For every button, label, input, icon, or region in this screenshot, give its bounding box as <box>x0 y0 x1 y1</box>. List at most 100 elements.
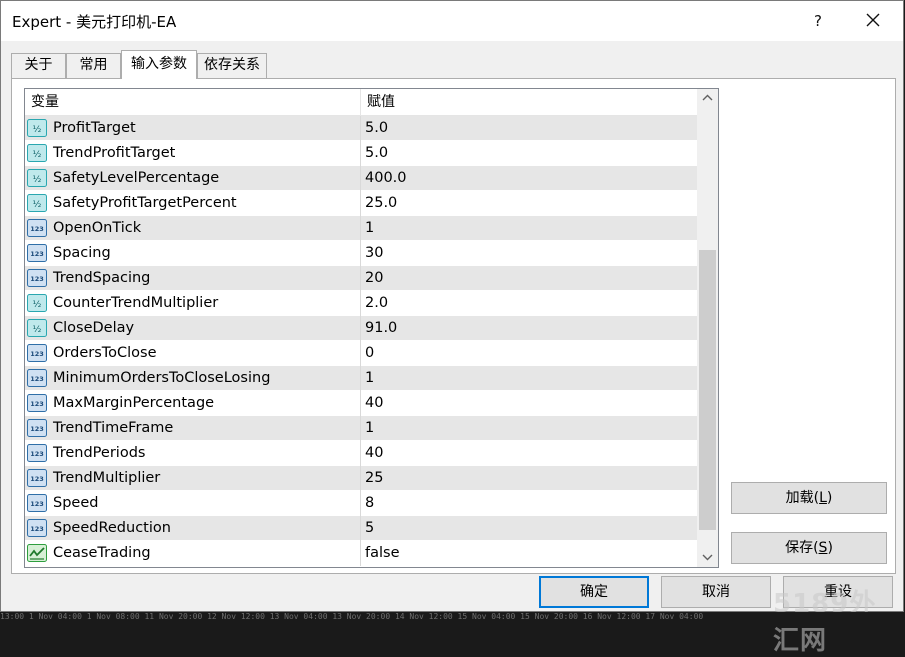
parameter-name: MaxMarginPercentage <box>53 395 215 411</box>
column-header-variable[interactable]: 变量 <box>31 89 59 116</box>
parameter-value[interactable]: 40 <box>365 441 383 466</box>
column-divider <box>360 316 361 341</box>
table-row[interactable]: 123 OrdersToClose 0 <box>25 341 697 366</box>
tab-input-parameters[interactable]: 输入参数 <box>121 50 197 79</box>
parameter-name: Spacing <box>53 245 111 261</box>
parameter-name: TrendPeriods <box>53 445 146 461</box>
column-divider <box>360 191 361 216</box>
integer-type-icon: 123 <box>27 369 47 387</box>
parameter-value[interactable]: false <box>365 541 400 566</box>
save-button[interactable]: 保存(S) <box>731 532 887 564</box>
svg-text:123: 123 <box>30 450 44 458</box>
parameter-value[interactable]: 1 <box>365 416 374 441</box>
parameter-value[interactable]: 91.0 <box>365 316 397 341</box>
table-row[interactable]: ½ SafetyProfitTargetPercent 25.0 <box>25 191 697 216</box>
double-type-icon: ½ <box>27 119 47 137</box>
cancel-label: 取消 <box>702 584 730 600</box>
parameter-value[interactable]: 0 <box>365 341 374 366</box>
table-row[interactable]: ½ CounterTrendMultiplier 2.0 <box>25 291 697 316</box>
parameter-name: OrdersToClose <box>53 345 157 361</box>
tab-label: 常用 <box>79 57 108 73</box>
help-icon: ? <box>814 12 822 30</box>
tab-about[interactable]: 关于 <box>11 53 66 78</box>
close-button[interactable] <box>851 5 895 37</box>
table-row[interactable]: 123 TrendSpacing 20 <box>25 266 697 291</box>
parameter-value[interactable]: 25.0 <box>365 191 397 216</box>
parameter-value[interactable]: 1 <box>365 366 374 391</box>
column-header-value[interactable]: 赋值 <box>367 89 395 116</box>
integer-type-icon: 123 <box>27 519 47 537</box>
scroll-thumb[interactable] <box>699 250 716 530</box>
parameter-name: TrendProfitTarget <box>53 145 176 161</box>
help-button[interactable]: ? <box>800 5 836 37</box>
table-row[interactable]: 123 OpenOnTick 1 <box>25 216 697 241</box>
table-row[interactable]: CeaseTrading false <box>25 541 697 566</box>
svg-text:123: 123 <box>30 500 44 508</box>
tab-strip: 关于 常用 输入参数 依存关系 <box>11 50 891 79</box>
vertical-scrollbar[interactable] <box>697 89 718 567</box>
tab-common[interactable]: 常用 <box>66 53 121 78</box>
parameter-name: OpenOnTick <box>53 220 142 236</box>
column-divider <box>360 291 361 316</box>
column-divider <box>360 216 361 241</box>
parameter-value[interactable]: 20 <box>365 266 383 291</box>
table-row[interactable]: 123 Spacing 30 <box>25 241 697 266</box>
load-label-close: ) <box>826 490 833 506</box>
column-divider[interactable] <box>360 89 361 116</box>
table-row[interactable]: ½ TrendProfitTarget 5.0 <box>25 141 697 166</box>
table-row[interactable]: 123 MaxMarginPercentage 40 <box>25 391 697 416</box>
parameter-value[interactable]: 5 <box>365 516 374 541</box>
tab-dependencies[interactable]: 依存关系 <box>197 53 267 78</box>
parameter-value[interactable]: 400.0 <box>365 166 407 191</box>
svg-text:½: ½ <box>33 175 42 185</box>
save-label: 保存( <box>785 540 819 556</box>
expert-properties-dialog: Expert - 美元打印机-EA ? 关于 常用 输入参数 依存关系 变量 赋… <box>0 0 904 656</box>
parameter-value[interactable]: 2.0 <box>365 291 388 316</box>
double-type-icon: ½ <box>27 319 47 337</box>
parameter-name: CloseDelay <box>53 320 135 336</box>
double-type-icon: ½ <box>27 194 47 212</box>
parameter-value[interactable]: 25 <box>365 466 383 491</box>
svg-text:½: ½ <box>33 125 42 135</box>
load-label: 加载( <box>785 490 820 506</box>
parameter-value[interactable]: 5.0 <box>365 116 388 141</box>
integer-type-icon: 123 <box>27 344 47 362</box>
parameter-value[interactable]: 1 <box>365 216 374 241</box>
table-row[interactable]: 123 Speed 8 <box>25 491 697 516</box>
parameter-name: TrendMultiplier <box>53 470 161 486</box>
svg-text:½: ½ <box>33 150 42 160</box>
column-divider <box>360 366 361 391</box>
column-divider <box>360 541 361 566</box>
double-type-icon: ½ <box>27 169 47 187</box>
parameter-value[interactable]: 40 <box>365 391 383 416</box>
svg-text:123: 123 <box>30 400 44 408</box>
table-row[interactable]: 123 MinimumOrdersToCloseLosing 1 <box>25 366 697 391</box>
grid-rows: ½ ProfitTarget 5.0 ½ TrendProfitTarget 5.0 ½ Sa… <box>25 116 697 566</box>
table-row[interactable]: 123 TrendMultiplier 25 <box>25 466 697 491</box>
scroll-up-button[interactable] <box>697 89 718 106</box>
svg-text:123: 123 <box>30 525 44 533</box>
integer-type-icon: 123 <box>27 394 47 412</box>
parameter-value[interactable]: 30 <box>365 241 383 266</box>
chevron-down-icon <box>702 554 713 561</box>
svg-text:123: 123 <box>30 475 44 483</box>
integer-type-icon: 123 <box>27 494 47 512</box>
ok-button[interactable]: 确定 <box>539 576 649 608</box>
table-row[interactable]: 123 SpeedReduction 5 <box>25 516 697 541</box>
load-button[interactable]: 加载(L) <box>731 482 887 514</box>
table-row[interactable]: ½ CloseDelay 91.0 <box>25 316 697 341</box>
table-row[interactable]: 123 TrendTimeFrame 1 <box>25 416 697 441</box>
table-row[interactable]: 123 TrendPeriods 40 <box>25 441 697 466</box>
cancel-button[interactable]: 取消 <box>661 576 771 608</box>
chevron-up-icon <box>702 94 713 101</box>
parameter-name: SafetyLevelPercentage <box>53 170 220 186</box>
parameter-name: CeaseTrading <box>53 545 151 561</box>
parameter-value[interactable]: 8 <box>365 491 374 516</box>
scroll-down-button[interactable] <box>697 549 718 566</box>
integer-type-icon: 123 <box>27 219 47 237</box>
table-row[interactable]: ½ SafetyLevelPercentage 400.0 <box>25 166 697 191</box>
table-row[interactable]: ½ ProfitTarget 5.0 <box>25 116 697 141</box>
column-divider <box>360 466 361 491</box>
parameter-value[interactable]: 5.0 <box>365 141 388 166</box>
svg-text:123: 123 <box>30 225 44 233</box>
